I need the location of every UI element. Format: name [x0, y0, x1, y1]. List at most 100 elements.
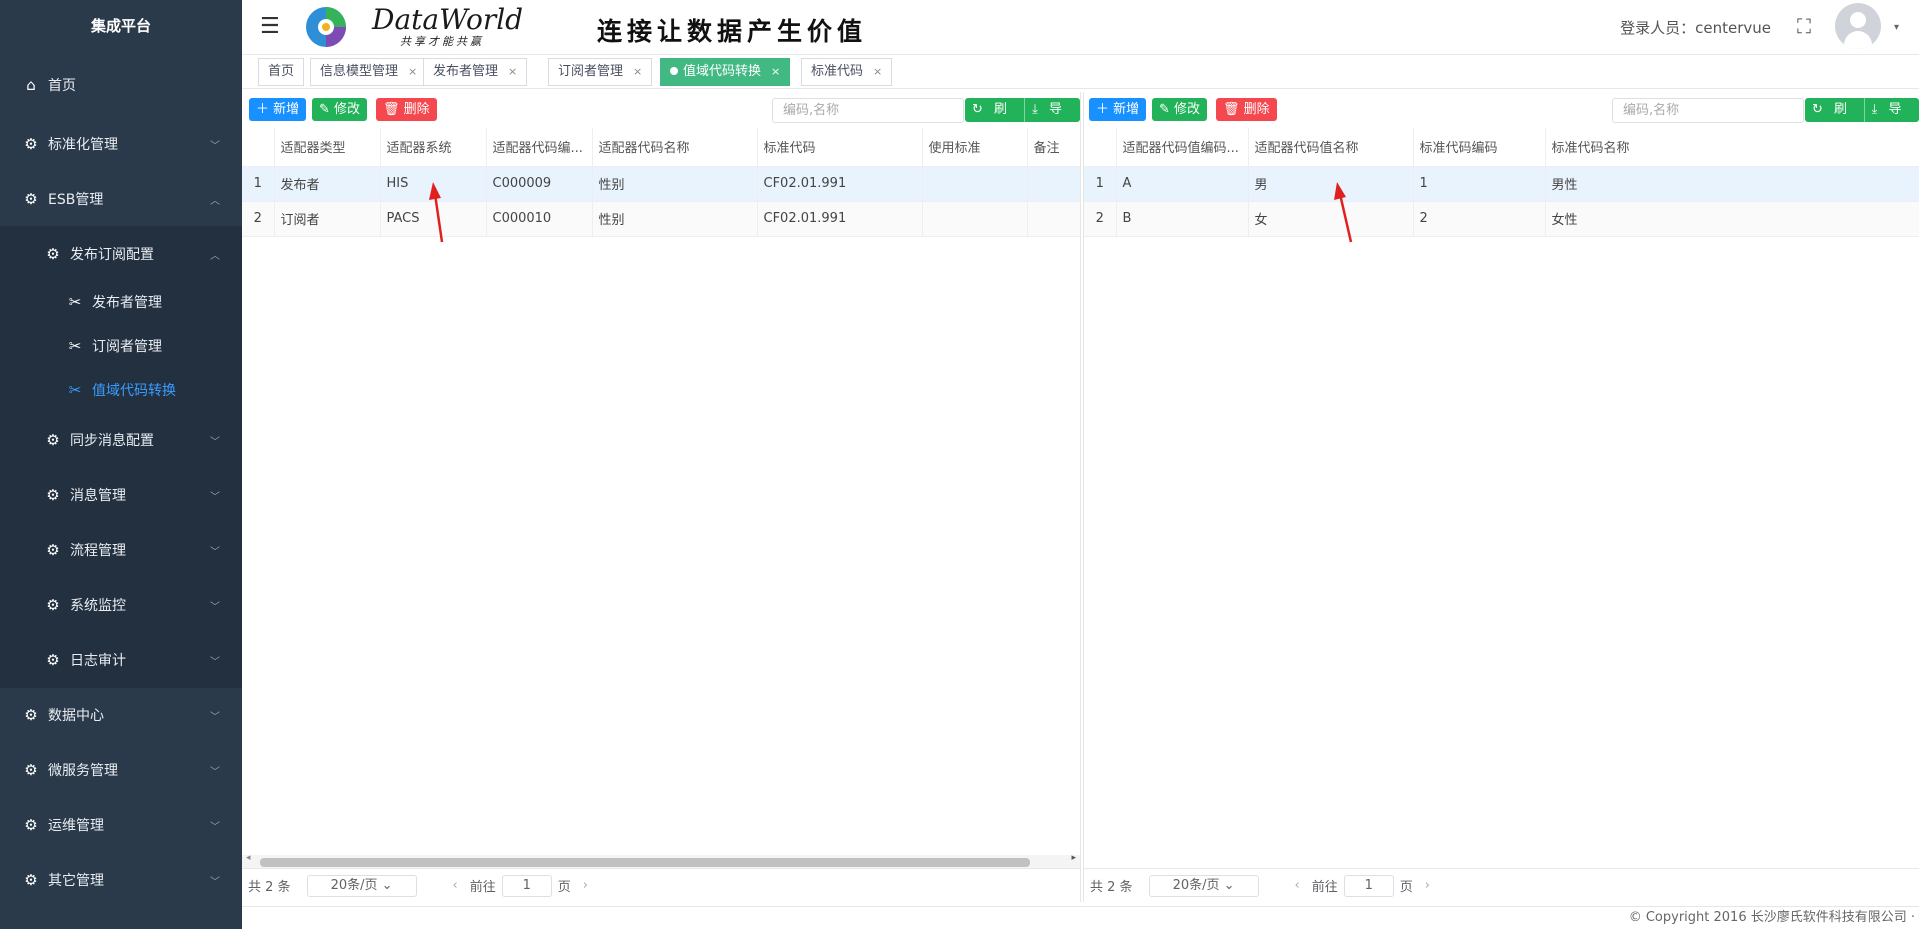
table-cell: CF02.01.991: [757, 166, 923, 202]
pagination: 共 2 条 20条/页 ⌄ ‹ 前往 1 页 ›: [1084, 868, 1919, 902]
scroll-left-icon[interactable]: ◂: [246, 853, 251, 863]
chevron-down-icon: ﹀: [210, 436, 220, 448]
menu-toggle-icon[interactable]: ☰: [260, 14, 280, 39]
sidebar-item-label: 首页: [48, 78, 76, 94]
add-button[interactable]: ＋ 新增: [249, 98, 307, 121]
search-input[interactable]: 编码,名称: [1612, 98, 1804, 123]
tab-home[interactable]: 首页: [258, 58, 305, 86]
column-header[interactable]: 标准代码: [757, 128, 923, 167]
edit-button[interactable]: ✎ 修改: [1152, 98, 1208, 121]
sidebar-item-publisher[interactable]: ✂ 发布者管理: [0, 282, 242, 322]
page-size-value: 20条/页: [1172, 877, 1220, 893]
prev-page-icon[interactable]: ‹: [453, 878, 458, 893]
column-header-index: [1084, 128, 1117, 167]
sidebar-item-label: 发布者管理: [92, 295, 162, 311]
tab-subscriber[interactable]: 订阅者管理 ×: [548, 58, 653, 86]
export-button[interactable]: ⤓ 导出: [1024, 98, 1080, 141]
chevron-up-icon: ︿: [210, 195, 220, 207]
prev-page-icon[interactable]: ‹: [1295, 878, 1300, 893]
search-input[interactable]: 编码,名称: [772, 98, 964, 123]
column-header-index: [242, 128, 275, 167]
column-header[interactable]: 适配器代码名称: [592, 128, 758, 167]
tools-icon: ✂: [68, 293, 82, 311]
table-cell: 2: [242, 201, 275, 237]
sidebar-item-subscriber[interactable]: ✂ 订阅者管理: [0, 326, 242, 366]
sidebar-item-ops[interactable]: ⚙ 运维管理 ﹀: [0, 805, 242, 845]
gear-icon: ⚙: [24, 706, 38, 724]
horizontal-scrollbar[interactable]: ◂ ▸: [242, 853, 1080, 868]
column-header[interactable]: 适配器代码值名称: [1248, 128, 1414, 167]
refresh-button[interactable]: ↻ 刷新: [965, 98, 1024, 141]
left-panel: ＋ 新增 ✎ 修改 🗑 删除 编码,名称 ↻ 刷新 ⤓ 导出 适配器类型 适配器…: [242, 92, 1081, 902]
sidebar-item-esb[interactable]: ⚙ ESB管理 ︿: [0, 179, 242, 219]
page-input[interactable]: 1: [501, 874, 552, 897]
tab-info-model[interactable]: 信息模型管理 ×: [310, 58, 428, 86]
sidebar-item-standardization[interactable]: ⚙ 标准化管理 ﹀: [0, 124, 242, 164]
refresh-button[interactable]: ↻ 刷新: [1805, 98, 1864, 141]
close-icon[interactable]: ×: [771, 65, 780, 78]
table-cell: 1: [1084, 166, 1117, 202]
edit-button[interactable]: ✎ 修改: [312, 98, 368, 121]
tab-standard-code[interactable]: 标准代码 ×: [801, 58, 893, 86]
column-header[interactable]: 备注: [1027, 128, 1081, 167]
table-cell: CF02.01.991: [757, 201, 923, 237]
edit-label: 修改: [1174, 102, 1201, 117]
sidebar-item-flow-mgmt[interactable]: ⚙ 流程管理 ﹀: [0, 530, 242, 570]
chevron-down-icon: ﹀: [210, 711, 220, 723]
sidebar-item-pubsub-config[interactable]: ⚙ 发布订阅配置 ︿: [0, 234, 242, 274]
table-cell: A: [1116, 166, 1249, 202]
page-size-select[interactable]: 20条/页 ⌄: [1148, 874, 1259, 897]
column-header[interactable]: 标准代码名称: [1545, 128, 1919, 167]
delete-button[interactable]: 🗑 删除: [1216, 98, 1277, 121]
sidebar-item-monitor[interactable]: ⚙ 系统监控 ﹀: [0, 585, 242, 625]
column-header[interactable]: 使用标准: [922, 128, 1028, 167]
table-cell: B: [1116, 201, 1249, 237]
sidebar-item-other[interactable]: ⚙ 其它管理 ﹀: [0, 860, 242, 900]
table-row[interactable]: 2 订阅者 PACS C000010 性别 CF02.01.991: [242, 201, 1081, 237]
gear-icon: ⚙: [24, 135, 38, 153]
sidebar-item-code-convert[interactable]: ✂ 值域代码转换: [0, 370, 242, 410]
sidebar-item-msg-mgmt[interactable]: ⚙ 消息管理 ﹀: [0, 475, 242, 515]
logo-icon: [306, 7, 346, 47]
next-page-icon[interactable]: ›: [583, 878, 588, 893]
scrollbar-thumb[interactable]: [260, 858, 1030, 867]
table-row[interactable]: 1 发布者 HIS C000009 性别 CF02.01.991: [242, 166, 1081, 202]
column-header[interactable]: 适配器类型: [274, 128, 381, 167]
tab-code-convert[interactable]: 值域代码转换 ×: [660, 58, 791, 86]
table-row[interactable]: 2 B 女 2 女性: [1084, 201, 1919, 237]
sidebar-item-label: 微服务管理: [48, 763, 118, 779]
sidebar-item-home[interactable]: ⌂ 首页: [0, 65, 242, 105]
column-header[interactable]: 标准代码编码: [1413, 128, 1546, 167]
sidebar-item-microservice[interactable]: ⚙ 微服务管理 ﹀: [0, 750, 242, 790]
close-icon[interactable]: ×: [408, 65, 417, 78]
sidebar-item-datacenter[interactable]: ⚙ 数据中心 ﹀: [0, 695, 242, 735]
column-header[interactable]: 适配器代码编...: [486, 128, 593, 167]
code-value-table: 适配器代码值编码... 适配器代码值名称 标准代码编码 标准代码名称 1 A 男…: [1084, 128, 1919, 237]
table-cell: 1: [1413, 166, 1546, 202]
fullscreen-icon[interactable]: ⛶: [1797, 14, 1811, 38]
next-page-icon[interactable]: ›: [1425, 878, 1430, 893]
column-header[interactable]: 适配器代码值编码...: [1116, 128, 1249, 167]
sidebar-item-audit[interactable]: ⚙ 日志审计 ﹀: [0, 640, 242, 680]
table-cell: C000010: [486, 201, 593, 237]
add-button[interactable]: ＋ 新增: [1089, 98, 1147, 121]
tab-publisher[interactable]: 发布者管理 ×: [423, 58, 528, 86]
table-row[interactable]: 1 A 男 1 男性: [1084, 166, 1919, 202]
sidebar-item-label: 消息管理: [70, 488, 126, 504]
caret-down-icon[interactable]: ▾: [1894, 22, 1899, 33]
sidebar-item-sync-msg[interactable]: ⚙ 同步消息配置 ﹀: [0, 420, 242, 460]
close-icon[interactable]: ×: [508, 65, 517, 78]
avatar[interactable]: [1835, 3, 1881, 49]
column-header[interactable]: 适配器系统: [380, 128, 487, 167]
chevron-down-icon: ﹀: [210, 766, 220, 778]
page-unit: 页: [557, 880, 571, 895]
page-size-select[interactable]: 20条/页 ⌄: [306, 874, 417, 897]
export-button[interactable]: ⤓ 导出: [1863, 98, 1919, 141]
sidebar: 集成平台 ⌂ 首页 ⚙ 标准化管理 ﹀ ⚙ ESB管理 ︿ ⚙ 发布订阅配置 ︿…: [0, 0, 242, 929]
delete-button[interactable]: 🗑 删除: [376, 98, 437, 121]
close-icon[interactable]: ×: [873, 65, 882, 78]
sidebar-item-label: ESB管理: [48, 192, 104, 208]
scroll-right-icon[interactable]: ▸: [1071, 853, 1076, 863]
page-input[interactable]: 1: [1343, 874, 1394, 897]
close-icon[interactable]: ×: [633, 65, 642, 78]
